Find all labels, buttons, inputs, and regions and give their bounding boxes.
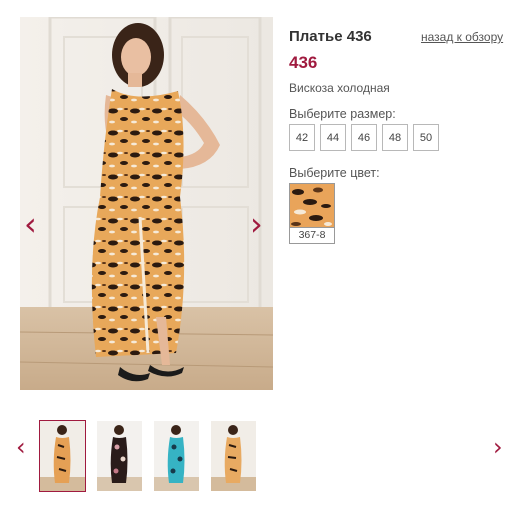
next-image-arrow-icon[interactable]: › bbox=[250, 208, 263, 240]
color-selector-label: Выберите цвет: bbox=[289, 166, 380, 180]
thumbnail-1[interactable] bbox=[39, 420, 86, 492]
product-title: Платье 436 bbox=[289, 28, 372, 45]
thumbnails-prev-arrow-icon[interactable]: ‹ bbox=[16, 435, 26, 459]
size-option-48[interactable]: 48 bbox=[382, 124, 408, 151]
thumbnail-4[interactable] bbox=[210, 420, 257, 492]
size-option-46[interactable]: 46 bbox=[351, 124, 377, 151]
size-selector-label: Выберите размер: bbox=[289, 107, 396, 121]
size-option-44[interactable]: 44 bbox=[320, 124, 346, 151]
size-option-50[interactable]: 50 bbox=[413, 124, 439, 151]
prev-image-arrow-icon[interactable]: ‹ bbox=[24, 208, 37, 240]
back-to-overview-link[interactable]: назад к обзору bbox=[421, 30, 503, 44]
color-swatch[interactable]: 367-8 bbox=[289, 183, 335, 244]
product-price: 436 bbox=[289, 53, 318, 72]
thumbnail-2[interactable] bbox=[96, 420, 143, 492]
thumbnail-3[interactable] bbox=[153, 420, 200, 492]
color-swatch-code: 367-8 bbox=[298, 229, 326, 241]
thumbnail-strip bbox=[39, 420, 257, 492]
size-selector: 42 44 46 48 50 bbox=[289, 124, 439, 151]
product-material: Вискоза холодная bbox=[289, 81, 390, 95]
size-option-42[interactable]: 42 bbox=[289, 124, 315, 151]
thumbnails-next-arrow-icon[interactable]: › bbox=[493, 435, 503, 459]
product-main-image bbox=[20, 17, 273, 390]
color-swatch-image bbox=[290, 184, 334, 228]
